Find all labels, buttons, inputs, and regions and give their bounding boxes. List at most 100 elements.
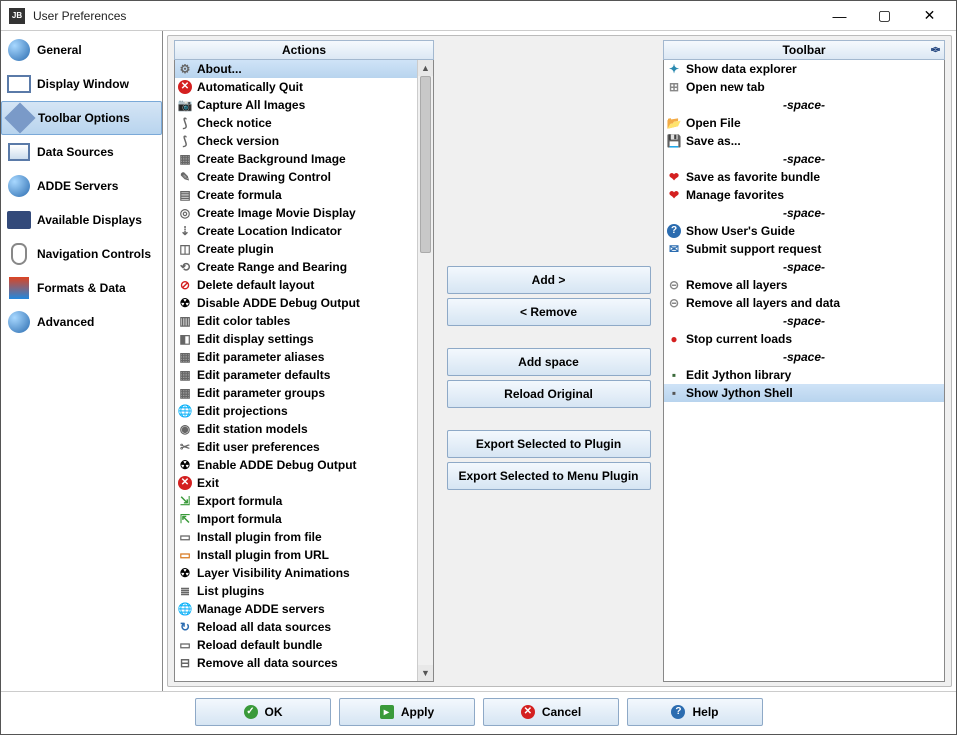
list-item[interactable]: ◎Create Image Movie Display bbox=[175, 204, 417, 222]
list-item[interactable]: ☢Layer Visibility Animations bbox=[175, 564, 417, 582]
list-item[interactable]: ▦Edit parameter aliases bbox=[175, 348, 417, 366]
actions-scrollbar[interactable]: ▲ ▼ bbox=[417, 60, 433, 681]
list-item[interactable]: ⊝Remove all layers bbox=[664, 276, 944, 294]
export-menu-plugin-button[interactable]: Export Selected to Menu Plugin bbox=[447, 462, 651, 490]
sidebar-item-general[interactable]: General bbox=[1, 33, 162, 67]
list-item[interactable]: ◧Edit display settings bbox=[175, 330, 417, 348]
list-item[interactable]: ✦Show data explorer bbox=[664, 60, 944, 78]
export-plugin-button[interactable]: Export Selected to Plugin bbox=[447, 430, 651, 458]
list-item[interactable]: ▭Install plugin from file bbox=[175, 528, 417, 546]
spacer-row[interactable]: -space- bbox=[664, 348, 944, 366]
list-item[interactable]: ✉Submit support request bbox=[664, 240, 944, 258]
list-item[interactable]: ●Stop current loads bbox=[664, 330, 944, 348]
list-item[interactable]: ✎Create Drawing Control bbox=[175, 168, 417, 186]
list-item-label: Edit parameter groups bbox=[197, 386, 325, 400]
list-item[interactable]: 💾Save as... bbox=[664, 132, 944, 150]
sidebar-item-label: Toolbar Options bbox=[38, 111, 130, 125]
list-item[interactable]: ?Show User's Guide bbox=[664, 222, 944, 240]
sidebar: General Display Window Toolbar Options Data… bbox=[1, 31, 163, 691]
add-button[interactable]: Add > bbox=[447, 266, 651, 294]
list-item[interactable]: ▦Edit parameter groups bbox=[175, 384, 417, 402]
data-sources-icon bbox=[5, 138, 33, 166]
spacer-row[interactable]: -space- bbox=[664, 150, 944, 168]
scroll-thumb[interactable] bbox=[420, 76, 431, 253]
list-item-label: Save as... bbox=[686, 134, 741, 148]
list-item[interactable]: ≣List plugins bbox=[175, 582, 417, 600]
list-item[interactable]: ▭Reload default bundle bbox=[175, 636, 417, 654]
remove-all-icon: ⊝ bbox=[666, 295, 682, 311]
list-item[interactable]: ⊘Delete default layout bbox=[175, 276, 417, 294]
add-space-button[interactable]: Add space bbox=[447, 348, 651, 376]
list-item[interactable]: ◉Edit station models bbox=[175, 420, 417, 438]
ok-button[interactable]: ✓ OK bbox=[195, 698, 331, 726]
list-item[interactable]: ▥Edit color tables bbox=[175, 312, 417, 330]
scroll-down-icon[interactable]: ▼ bbox=[418, 665, 433, 681]
maximize-button[interactable]: ▢ bbox=[862, 2, 907, 30]
list-item[interactable]: ↻Reload all data sources bbox=[175, 618, 417, 636]
list-item[interactable]: ❤Save as favorite bundle bbox=[664, 168, 944, 186]
footer-buttons: ✓ OK ▸ Apply ✕ Cancel ? Help bbox=[1, 691, 956, 731]
list-item[interactable]: ▭Install plugin from URL bbox=[175, 546, 417, 564]
list-item[interactable]: ▦Create Background Image bbox=[175, 150, 417, 168]
list-item[interactable]: ⟆Check notice bbox=[175, 114, 417, 132]
list-item[interactable]: ⇲Export formula bbox=[175, 492, 417, 510]
list-item[interactable]: ⇱Import formula bbox=[175, 510, 417, 528]
list-item[interactable]: ⊝Remove all layers and data bbox=[664, 294, 944, 312]
list-item[interactable]: ◫Create plugin bbox=[175, 240, 417, 258]
list-item[interactable]: 📷Capture All Images bbox=[175, 96, 417, 114]
apply-button[interactable]: ▸ Apply bbox=[339, 698, 475, 726]
list-item[interactable]: ⊟Remove all data sources bbox=[175, 654, 417, 672]
list-item[interactable]: ▪Edit Jython library bbox=[664, 366, 944, 384]
list-item[interactable]: 🌐Edit projections bbox=[175, 402, 417, 420]
scroll-up-icon[interactable]: ▲ bbox=[418, 60, 433, 76]
spacer-row[interactable]: -space- bbox=[664, 312, 944, 330]
folder-icon: 📂 bbox=[666, 115, 682, 131]
list-item[interactable]: ☢Disable ADDE Debug Output bbox=[175, 294, 417, 312]
toolbar-icon bbox=[6, 104, 34, 132]
list-item[interactable]: ⇣Create Location Indicator bbox=[175, 222, 417, 240]
sidebar-item-adde-servers[interactable]: ADDE Servers bbox=[1, 169, 162, 203]
support-icon: ✉ bbox=[666, 241, 682, 257]
list-item-label: Create Location Indicator bbox=[197, 224, 342, 238]
sidebar-item-data-sources[interactable]: Data Sources bbox=[1, 135, 162, 169]
sidebar-item-available-displays[interactable]: Available Displays bbox=[1, 203, 162, 237]
list-item[interactable]: ✂Edit user preferences bbox=[175, 438, 417, 456]
cancel-label: Cancel bbox=[542, 705, 581, 719]
reorder-chevrons-icon[interactable]: ︽︾ bbox=[931, 44, 940, 56]
toolbar-listbox[interactable]: ✦Show data explorer⊞Open new tab-space-📂… bbox=[663, 60, 945, 682]
list-item[interactable]: ☢Enable ADDE Debug Output bbox=[175, 456, 417, 474]
list-item[interactable]: 🌐Manage ADDE servers bbox=[175, 600, 417, 618]
list-item[interactable]: ▦Edit parameter defaults bbox=[175, 366, 417, 384]
list-item[interactable]: ⟲Create Range and Bearing bbox=[175, 258, 417, 276]
list-item[interactable]: ✕Exit bbox=[175, 474, 417, 492]
cancel-button[interactable]: ✕ Cancel bbox=[483, 698, 619, 726]
list-item-label: Delete default layout bbox=[197, 278, 314, 292]
list-item[interactable]: ⚙About... bbox=[175, 60, 417, 78]
sidebar-item-navigation-controls[interactable]: Navigation Controls bbox=[1, 237, 162, 271]
spacer-row[interactable]: -space- bbox=[664, 258, 944, 276]
list-item[interactable]: ▪Show Jython Shell bbox=[664, 384, 944, 402]
list-item[interactable]: ⟆Check version bbox=[175, 132, 417, 150]
list-item[interactable]: ❤Manage favorites bbox=[664, 186, 944, 204]
sidebar-item-advanced[interactable]: Advanced bbox=[1, 305, 162, 339]
list-item[interactable]: ✕Automatically Quit bbox=[175, 78, 417, 96]
tools-icon: ✂ bbox=[177, 439, 193, 455]
help-button[interactable]: ? Help bbox=[627, 698, 763, 726]
spacer-row[interactable]: -space- bbox=[664, 204, 944, 222]
sidebar-item-formats-data[interactable]: Formats & Data bbox=[1, 271, 162, 305]
reload-original-button[interactable]: Reload Original bbox=[447, 380, 651, 408]
spacer-row[interactable]: -space- bbox=[664, 96, 944, 114]
help-icon: ? bbox=[666, 223, 682, 239]
list-item[interactable]: 📂Open File bbox=[664, 114, 944, 132]
sidebar-item-toolbar-options[interactable]: Toolbar Options bbox=[1, 101, 162, 135]
list-item[interactable]: ▤Create formula bbox=[175, 186, 417, 204]
close-button[interactable]: ✕ bbox=[907, 2, 952, 30]
minimize-button[interactable]: — bbox=[817, 2, 862, 30]
list-item-label: Reload default bundle bbox=[197, 638, 322, 652]
sidebar-item-label: General bbox=[37, 43, 82, 57]
sidebar-item-display-window[interactable]: Display Window bbox=[1, 67, 162, 101]
actions-listbox[interactable]: ⚙About...✕Automatically Quit📷Capture All… bbox=[174, 60, 434, 682]
list-item[interactable]: ⊞Open new tab bbox=[664, 78, 944, 96]
mouse-icon bbox=[5, 240, 33, 268]
remove-button[interactable]: < Remove bbox=[447, 298, 651, 326]
